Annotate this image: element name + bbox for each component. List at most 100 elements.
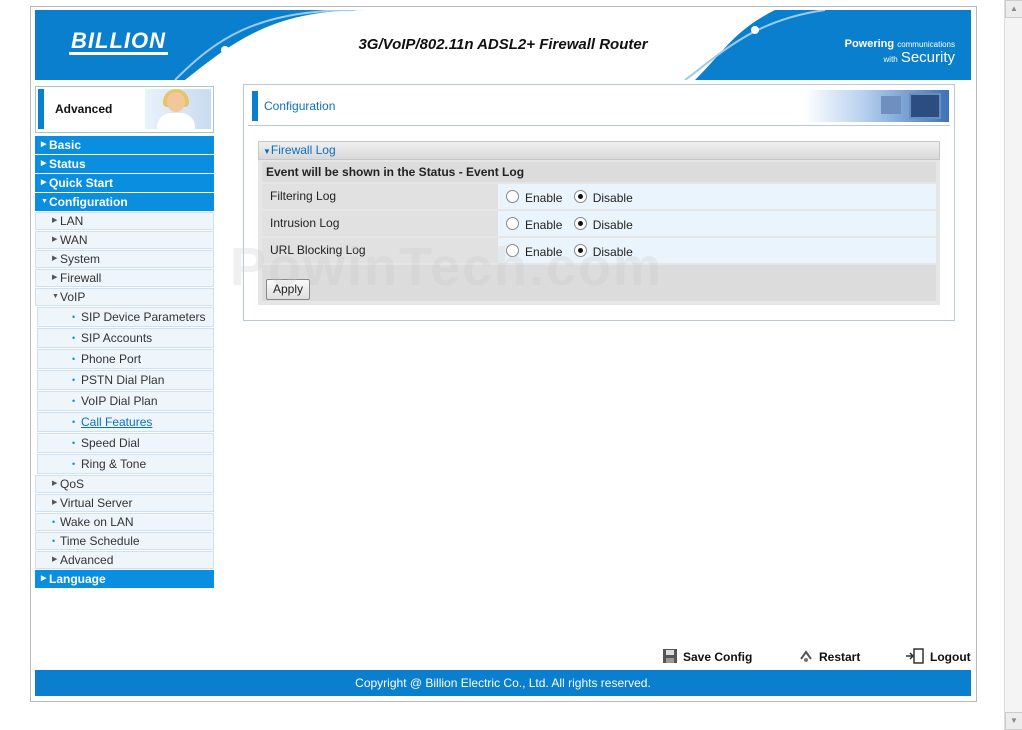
floppy-disk-icon [663,649,677,663]
header-banner: BILLION 3G/VoIP/802.11n ADSL2+ Firewall … [35,10,971,80]
logout-door-icon [906,648,924,664]
arrow-right-icon: ▶ [41,141,47,148]
section-header[interactable]: ▼Firewall Log [258,141,940,160]
bullet-icon: • [72,459,76,469]
url-blocking-log-disable-radio[interactable] [573,244,587,257]
intrusion-log-disable-radio[interactable] [573,217,587,230]
menu-time-schedule[interactable]: • Time Schedule [35,532,214,550]
bullet-icon: • [72,354,76,364]
sidebar-menu: ▶ Basic ▶ Status ▶ Quick Start ▼ Configurati… [35,136,214,589]
filtering-log-disable-radio[interactable] [573,190,587,203]
bullet-icon: • [72,396,76,406]
restart-icon [800,650,812,662]
collapse-arrow-icon: ▼ [263,147,271,156]
enable-label: Enable [525,245,563,259]
arrow-right-icon: ▶ [52,274,58,281]
menu-quick-start[interactable]: ▶ Quick Start [35,174,214,192]
enable-label: Enable [525,191,563,205]
arrow-right-icon: ▶ [52,480,58,487]
menu-wan[interactable]: ▶ WAN [35,231,214,249]
disable-label: Disable [592,191,633,205]
footer-copyright: Copyright @ Billion Electric Co., Ltd. A… [35,670,971,696]
scroll-up-icon[interactable]: ▲ [1005,0,1022,18]
arrow-right-icon: ▶ [52,236,58,243]
intrusion-log-options: Enable Disable [498,211,936,236]
menu-voip[interactable]: ▼ VoIP [35,288,214,306]
menu-status[interactable]: ▶ Status [35,155,214,173]
menu-language[interactable]: ▶ Language [35,570,214,588]
restart-button[interactable]: Restart [798,648,860,664]
enable-label: Enable [525,218,563,232]
url-blocking-log-enable-radio[interactable] [506,244,519,257]
bullet-icon: • [52,536,56,546]
advanced-badge: Advanced [35,86,214,133]
menu-phone-port[interactable]: • Phone Port [37,349,214,369]
save-config-label: Save Config [683,650,753,664]
arrow-right-icon: ▶ [52,556,58,563]
menu-firewall[interactable]: ▶ Firewall [35,269,214,287]
tagline-communications: communications [897,40,955,49]
tagline-security: Security [900,49,955,66]
woman-photo-icon [145,89,211,129]
tagline-powering: Powering [844,38,895,50]
arrow-right-icon: ▶ [52,255,58,262]
event-log-notice: Event will be shown in the Status - Even… [262,162,936,182]
filtering-log-enable-radio[interactable] [506,190,519,203]
menu-basic[interactable]: ▶ Basic [35,136,214,154]
menu-system[interactable]: ▶ System [35,250,214,268]
disable-label: Disable [592,218,633,232]
bullet-icon: • [72,375,76,385]
intrusion-log-row: Intrusion Log Enable Disable [262,211,936,236]
bullet-icon: • [72,333,76,343]
menu-sip-device-parameters[interactable]: • SIP Device Parameters [37,307,214,327]
menu-advanced[interactable]: ▶ Advanced [35,551,214,569]
vertical-scrollbar[interactable]: ▲ ▼ [1004,0,1022,730]
arrow-down-icon: ▼ [52,293,59,300]
menu-speed-dial[interactable]: • Speed Dial [37,433,214,453]
menu-ring-tone[interactable]: • Ring & Tone [37,454,214,474]
menu-sip-accounts[interactable]: • SIP Accounts [37,328,214,348]
arrow-down-icon: ▼ [41,198,48,205]
bullet-icon: • [72,417,76,427]
section-title: Firewall Log [270,143,336,157]
bullet-icon: • [72,438,76,448]
tagline: Powering communications with Security [845,38,955,66]
intrusion-log-label: Intrusion Log [262,211,498,236]
arrow-right-icon: ▶ [52,499,58,506]
menu-virtual-server[interactable]: ▶ Virtual Server [35,494,214,512]
url-blocking-log-options: Enable Disable [498,238,936,263]
bullet-icon: • [72,312,76,322]
tagline-with: with [883,55,898,64]
page-title: Configuration [264,99,336,113]
apply-button[interactable]: Apply [266,279,310,300]
arrow-right-icon: ▶ [41,575,47,582]
office-image-icon [804,90,949,122]
apply-row: Apply [262,265,936,301]
menu-qos[interactable]: ▶ QoS [35,475,214,493]
scroll-down-icon[interactable]: ▼ [1005,712,1022,730]
logout-label: Logout [930,650,971,664]
arrow-right-icon: ▶ [41,160,47,167]
configuration-panel: Configuration ▼Firewall Log Event will b… [243,84,955,321]
intrusion-log-enable-radio[interactable] [506,217,519,230]
menu-call-features[interactable]: • Call Features [37,412,214,432]
bullet-icon: • [52,517,56,527]
arrow-right-icon: ▶ [41,179,47,186]
menu-pstn-dial-plan[interactable]: • PSTN Dial Plan [37,370,214,390]
menu-lan[interactable]: ▶ LAN [35,212,214,230]
menu-configuration[interactable]: ▼ Configuration [35,193,214,211]
save-config-button[interactable]: Save Config [662,648,752,664]
logout-button[interactable]: Logout [905,648,971,664]
url-blocking-log-row: URL Blocking Log Enable Disable [262,238,936,263]
filtering-log-row: Filtering Log Enable Disable [262,184,936,209]
advanced-badge-label: Advanced [55,102,113,116]
restart-label: Restart [819,650,861,664]
firewall-log-section: ▼Firewall Log Event will be shown in the… [258,141,940,305]
badge-accent-bar [38,89,44,129]
filtering-log-label: Filtering Log [262,184,498,209]
title-accent-bar [252,91,258,121]
menu-wake-on-lan[interactable]: • Wake on LAN [35,513,214,531]
menu-voip-dial-plan[interactable]: • VoIP Dial Plan [37,391,214,411]
title-divider [248,125,950,126]
disable-label: Disable [592,245,633,259]
